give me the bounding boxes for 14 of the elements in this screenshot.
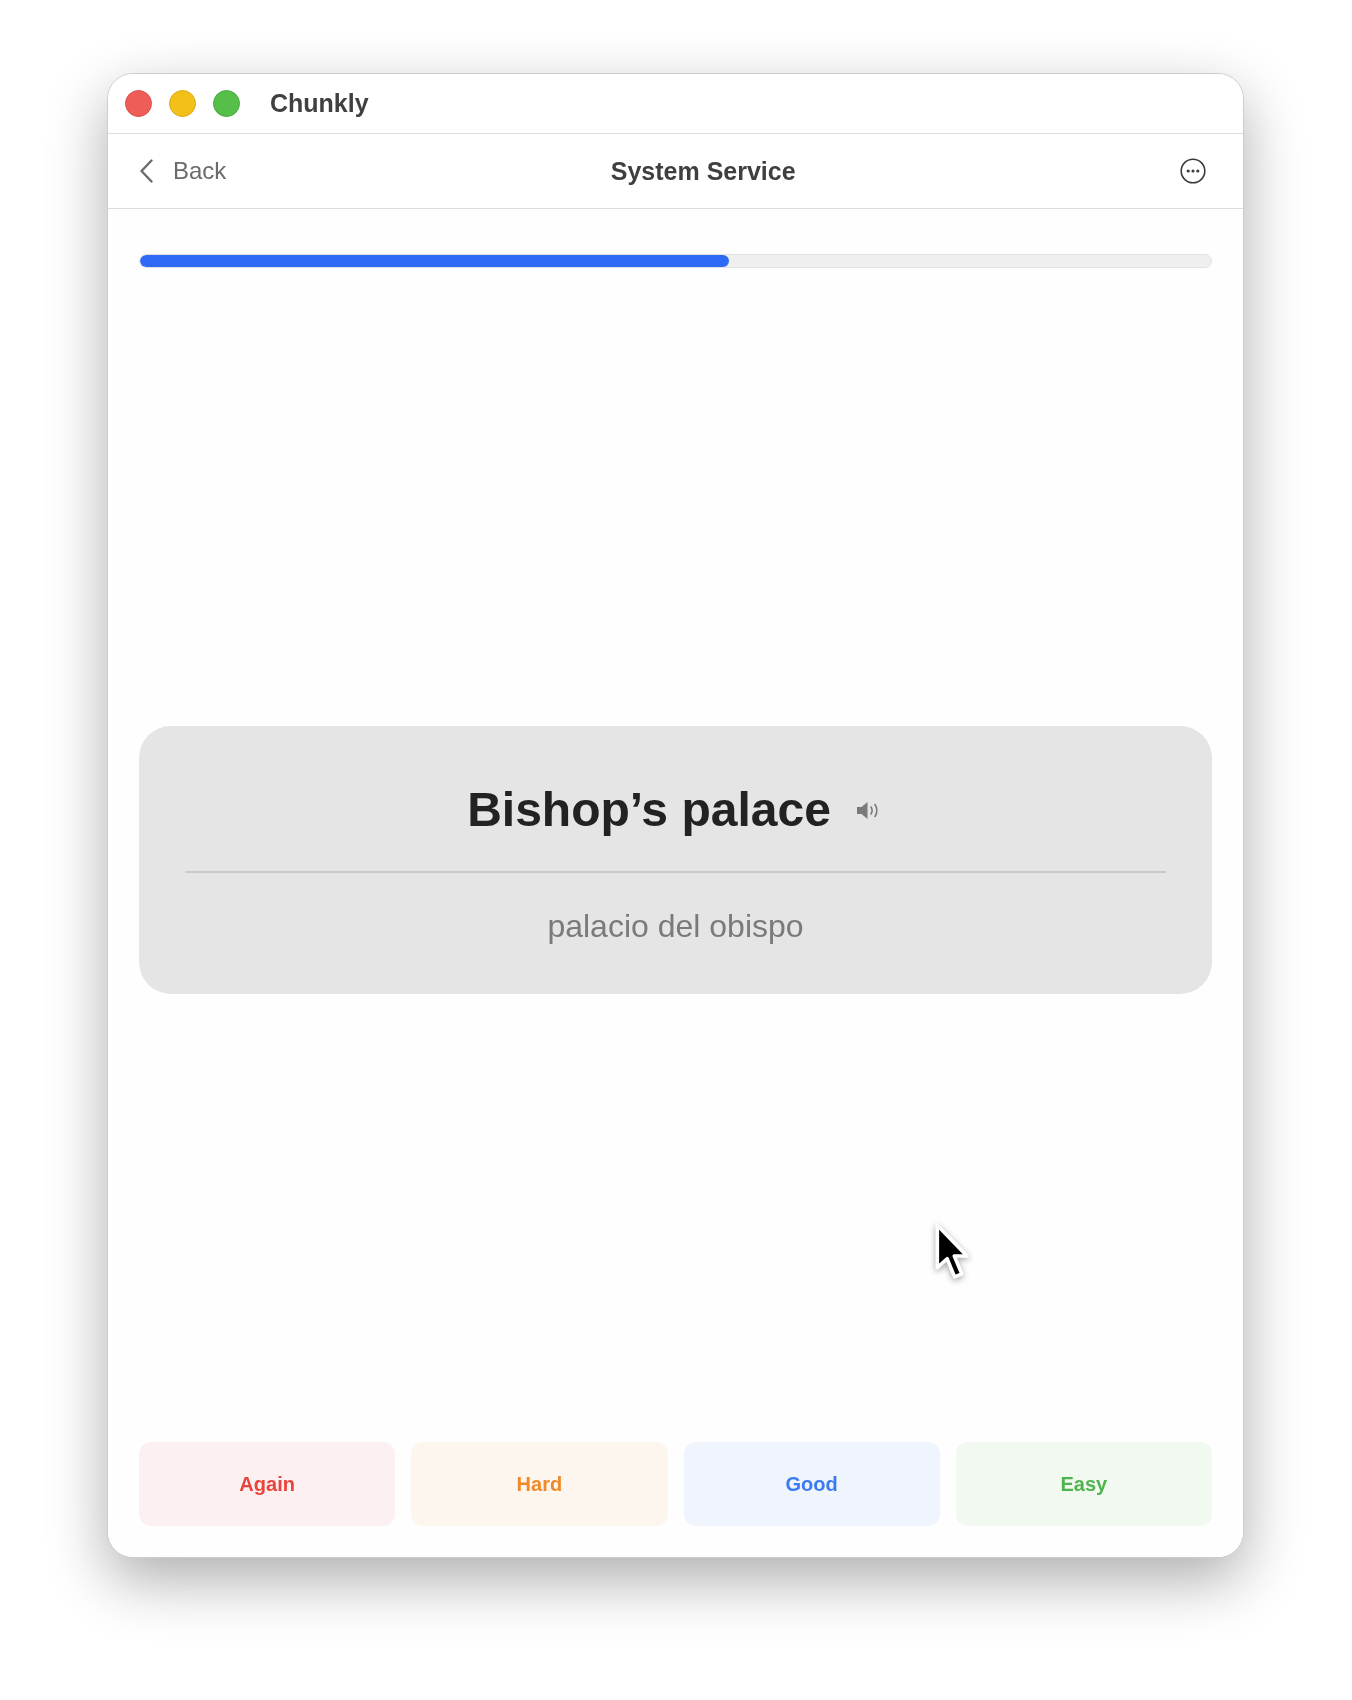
card-term: Bishop’s palace: [467, 782, 831, 838]
screen-title: System Service: [610, 158, 796, 184]
chevron-left-icon: [139, 159, 154, 183]
minimize-button[interactable]: [169, 90, 196, 117]
card-translation: palacio del obispo: [547, 907, 804, 946]
rating-button[interactable]: Hard: [411, 1442, 668, 1526]
rating-button[interactable]: Easy: [955, 1442, 1212, 1526]
rating-button[interactable]: Again: [139, 1442, 396, 1526]
more-icon[interactable]: [1180, 158, 1206, 184]
close-button[interactable]: [125, 90, 152, 117]
rating-button[interactable]: Good: [683, 1442, 940, 1526]
zoom-button[interactable]: [213, 90, 240, 117]
back-button[interactable]: Back: [139, 159, 227, 183]
window-title: Chunkly: [270, 91, 369, 116]
